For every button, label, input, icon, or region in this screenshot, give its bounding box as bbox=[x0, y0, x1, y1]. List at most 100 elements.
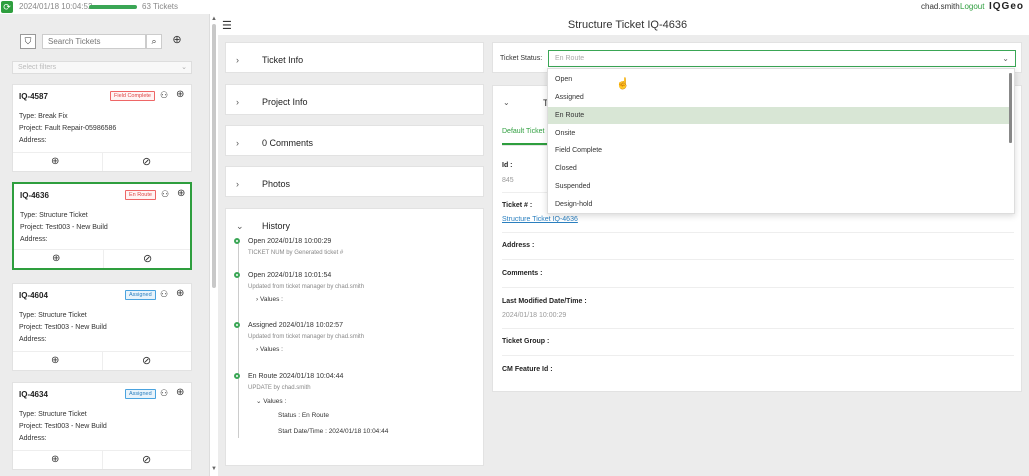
history-entry-sub: Updated from ticket manager by chad.smit… bbox=[248, 284, 365, 290]
top-bar: ⟳ 2024/01/18 10:04:52 63 Tickets chad.sm… bbox=[0, 0, 1029, 14]
section-project-info[interactable]: › Project Info bbox=[225, 84, 484, 115]
status-badge: Field Complete bbox=[110, 91, 155, 101]
search-tickets-input[interactable] bbox=[42, 34, 146, 49]
tab-default-ticket[interactable]: Default Ticket bbox=[502, 128, 544, 135]
ticket-card[interactable]: IQ-4634 Assigned ⚇ ⊕ Type: Structure Tic… bbox=[12, 382, 192, 470]
status-option-assigned[interactable]: Assigned bbox=[548, 89, 1010, 106]
add-icon[interactable]: ⊕ bbox=[176, 288, 184, 299]
scroll-down-arrow[interactable]: ▼ bbox=[211, 466, 217, 472]
chevron-down-icon[interactable]: ⌄ bbox=[236, 221, 244, 232]
tickets-count: 63 Tickets bbox=[142, 2, 179, 11]
add-ticket-icon[interactable]: ⊕ bbox=[169, 34, 185, 49]
history-entry-sub: UPDATE by chad.smith bbox=[248, 385, 311, 391]
zoom-icon[interactable]: ⊕ bbox=[51, 156, 59, 167]
add-icon[interactable]: ⊕ bbox=[177, 188, 185, 199]
compass-icon[interactable]: ⊘ bbox=[142, 453, 151, 466]
compass-icon[interactable]: ⊘ bbox=[142, 354, 151, 367]
ticket-card[interactable]: IQ-4604 Assigned ⚇ ⊕ Type: Structure Tic… bbox=[12, 283, 192, 371]
chevron-right-icon: › bbox=[236, 179, 239, 189]
ticket-card-selected[interactable]: IQ-4636 En Route ⚇ ⊕ Type: Structure Tic… bbox=[12, 182, 192, 270]
ticket-number-link[interactable]: Structure Ticket IQ-4636 bbox=[502, 216, 578, 223]
id-label: Id : bbox=[502, 162, 513, 169]
chevron-down-icon: ⌄ bbox=[181, 64, 187, 71]
compass-icon[interactable]: ⊘ bbox=[143, 252, 152, 265]
card-actions: ⊕ ⊘ bbox=[13, 351, 191, 370]
history-dot bbox=[234, 373, 240, 379]
history-values-toggle[interactable]: › Values : bbox=[256, 296, 283, 303]
ticket-card[interactable]: IQ-4587 Field Complete ⚇ ⊕ Type: Break F… bbox=[12, 84, 192, 172]
section-title: Photos bbox=[262, 179, 291, 189]
ticket-type: Type: Structure Ticket bbox=[20, 212, 88, 219]
username: chad.smith bbox=[921, 2, 960, 11]
history-start-value: Start Date/Time : 2024/01/18 10:04:44 bbox=[278, 428, 389, 435]
filters-select[interactable]: Select filters ⌄ bbox=[12, 61, 192, 74]
status-option-en-route[interactable]: En Route bbox=[548, 107, 1010, 124]
card-actions: ⊕ ⊘ bbox=[14, 249, 190, 268]
status-option-onsite[interactable]: Onsite bbox=[548, 125, 1010, 142]
history-entry-sub: Updated from ticket manager by chad.smit… bbox=[248, 334, 365, 340]
assign-user-icon[interactable]: ⚇ bbox=[161, 189, 169, 200]
history-values-toggle[interactable]: ⌄ Values : bbox=[256, 397, 286, 405]
ticket-project: Project: Test003 - New Build bbox=[20, 224, 108, 231]
history-dot bbox=[234, 322, 240, 328]
divider bbox=[502, 259, 1014, 260]
chevron-down-icon[interactable]: ⌄ bbox=[503, 98, 510, 107]
section-ticket-info[interactable]: › Ticket Info bbox=[225, 42, 484, 73]
ticket-id: IQ-4636 bbox=[20, 191, 49, 200]
status-option-design-hold[interactable]: Design-hold bbox=[548, 196, 1010, 213]
section-title: Project Info bbox=[262, 97, 308, 107]
values-label: Values : bbox=[259, 346, 283, 353]
history-entry-title: Open 2024/01/18 10:00:29 bbox=[248, 238, 332, 245]
assign-user-icon[interactable]: ⚇ bbox=[160, 388, 168, 399]
filters-placeholder: Select filters bbox=[18, 64, 57, 71]
ticket-address: Address: bbox=[19, 336, 47, 343]
logout-link[interactable]: Logout bbox=[960, 2, 984, 11]
status-option-suspended[interactable]: Suspended bbox=[548, 178, 1010, 195]
add-icon[interactable]: ⊕ bbox=[176, 387, 184, 398]
hand-cursor-icon: ☝ bbox=[616, 78, 630, 90]
ticket-type: Type: Structure Ticket bbox=[19, 312, 87, 319]
ticket-type: Type: Structure Ticket bbox=[19, 411, 87, 418]
section-history: ⌄ History Open 2024/01/18 10:00:29 TICKE… bbox=[225, 208, 484, 466]
assign-user-icon[interactable]: ⚇ bbox=[160, 90, 168, 101]
search-icon[interactable]: ⌕ bbox=[146, 34, 162, 49]
compass-icon[interactable]: ⊘ bbox=[142, 155, 151, 168]
assign-user-icon[interactable]: ⚇ bbox=[160, 289, 168, 300]
scroll-up-arrow[interactable]: ▲ bbox=[211, 16, 217, 22]
card-actions: ⊕ ⊘ bbox=[13, 152, 191, 171]
chevron-down-icon: ⌄ bbox=[1002, 54, 1009, 63]
collapse-menu-icon[interactable]: ☰ bbox=[222, 19, 232, 32]
ticket-project: Project: Test003 - New Build bbox=[19, 324, 107, 331]
dropdown-scrollbar[interactable] bbox=[1009, 73, 1012, 143]
ticket-number-label: Ticket # : bbox=[502, 202, 533, 209]
ticket-status-select[interactable]: En Route ⌄ bbox=[548, 50, 1016, 67]
add-icon[interactable]: ⊕ bbox=[176, 89, 184, 100]
ticket-id: IQ-4587 bbox=[19, 92, 48, 101]
ticket-status-value: En Route bbox=[555, 55, 585, 62]
values-label: Values : bbox=[263, 398, 287, 405]
comments-label: Comments : bbox=[502, 270, 543, 277]
ticket-project: Project: Test003 - New Build bbox=[19, 423, 107, 430]
section-photos[interactable]: › Photos bbox=[225, 166, 484, 197]
zoom-icon[interactable]: ⊕ bbox=[52, 253, 60, 264]
ticket-address: Address: bbox=[19, 137, 47, 144]
zoom-icon[interactable]: ⊕ bbox=[51, 355, 59, 366]
section-comments[interactable]: › 0 Comments bbox=[225, 125, 484, 156]
history-values-toggle[interactable]: › Values : bbox=[256, 346, 283, 353]
divider bbox=[102, 451, 103, 469]
load-progress-bar bbox=[89, 5, 137, 9]
history-entry-sub: TICKET NUM by Generated ticket # bbox=[248, 250, 344, 256]
app-logo: IQGeo bbox=[989, 1, 1025, 12]
status-badge: Assigned bbox=[125, 389, 156, 399]
filter-icon[interactable]: ⛉ bbox=[20, 34, 36, 49]
status-option-field-complete[interactable]: Field Complete bbox=[548, 142, 1010, 159]
chevron-right-icon: › bbox=[236, 97, 239, 107]
list-scrollbar[interactable] bbox=[212, 24, 216, 288]
history-dot bbox=[234, 272, 240, 278]
zoom-icon[interactable]: ⊕ bbox=[51, 454, 59, 465]
status-option-closed[interactable]: Closed bbox=[548, 160, 1010, 177]
ticket-project: Project: Fault Repair-05986586 bbox=[19, 125, 117, 132]
refresh-icon[interactable]: ⟳ bbox=[1, 1, 13, 13]
divider bbox=[502, 287, 1014, 288]
load-progress-fill bbox=[89, 5, 137, 9]
